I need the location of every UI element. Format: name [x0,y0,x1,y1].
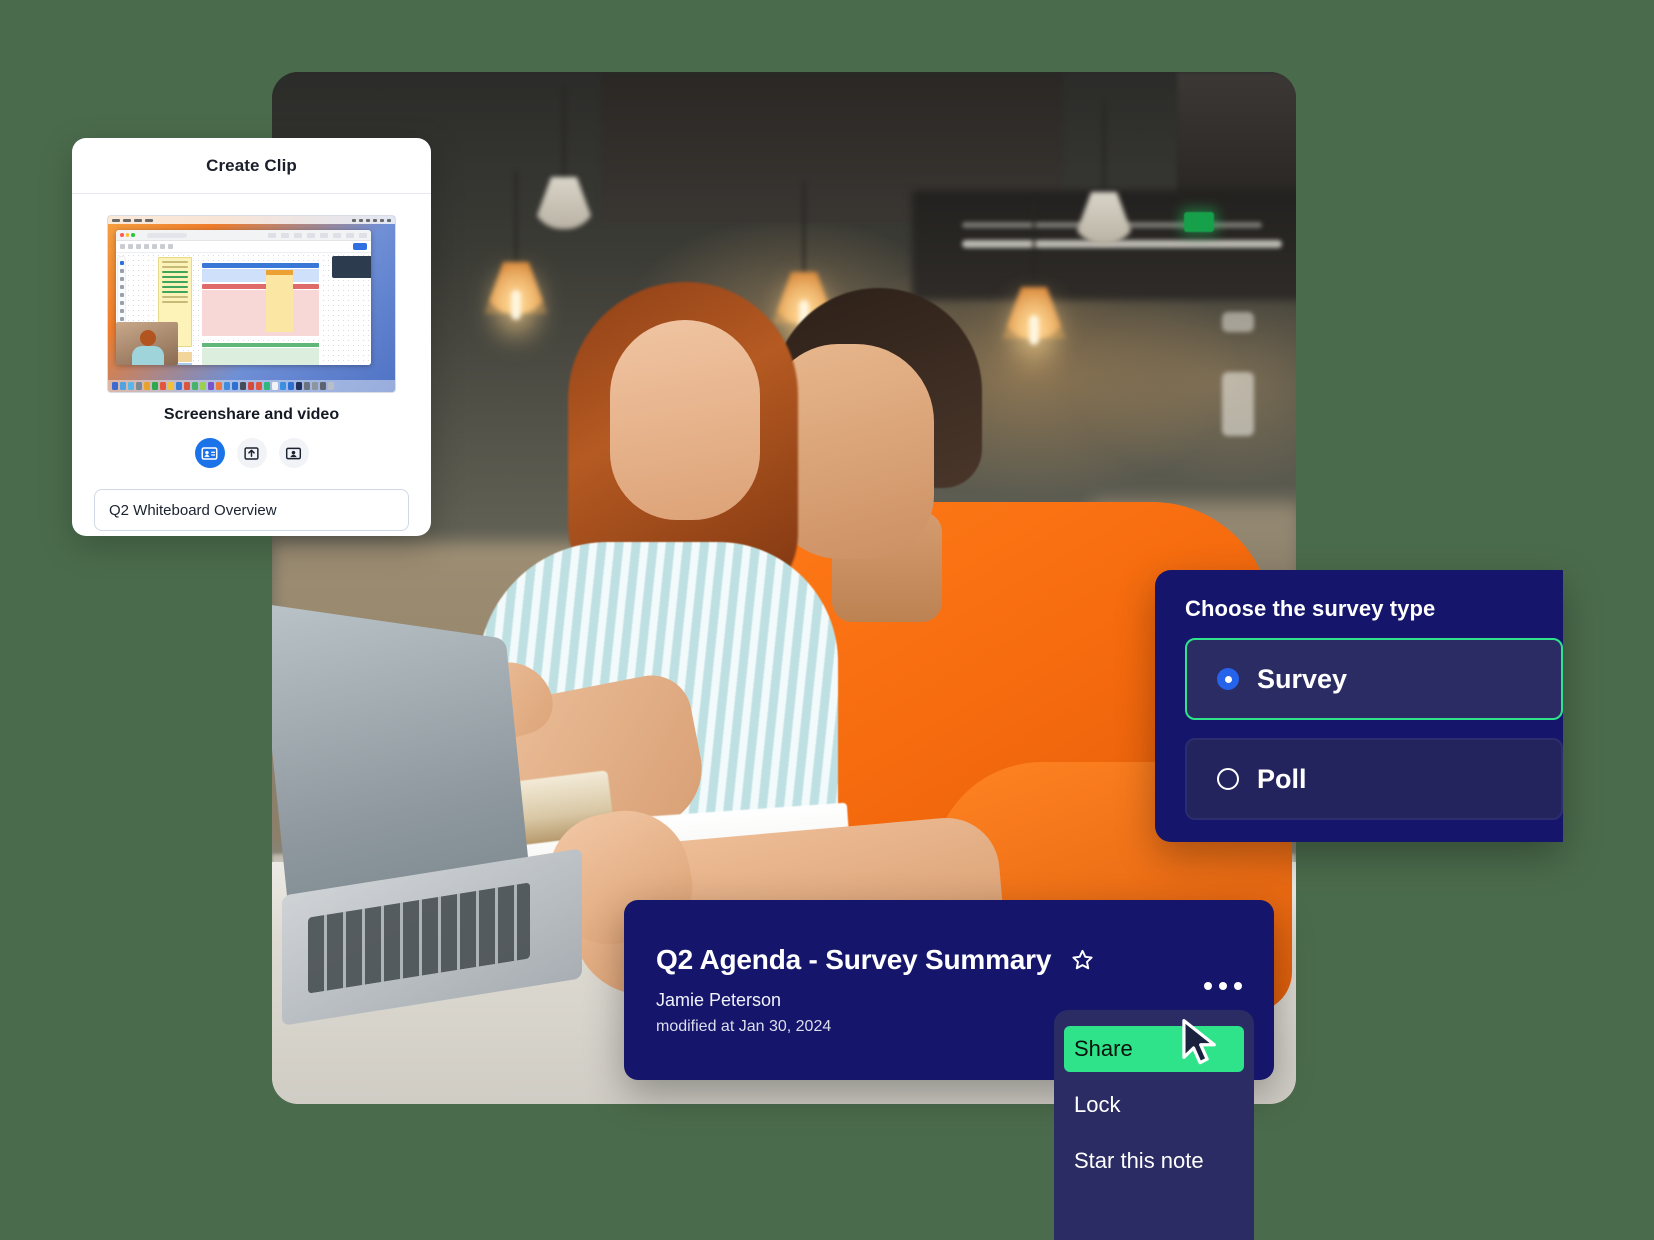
upload-icon [244,446,259,460]
context-menu-item-label: Star this note [1074,1148,1204,1173]
screenshare-video-icon [201,446,218,460]
context-menu-item-lock[interactable]: Lock [1054,1082,1254,1128]
clip-mode-toggle-group [94,438,409,468]
presenter-video-pip [116,322,178,365]
create-clip-card: Create Clip Screenshare and video Q2 Whi… [72,138,431,536]
survey-option-survey[interactable]: Survey [1185,638,1563,720]
note-more-options-button[interactable] [1200,978,1246,994]
create-clip-body: Screenshare and video [72,194,431,531]
mac-menubar [108,216,395,224]
screenshare-video-icon-button[interactable] [194,438,225,468]
survey-option-label: Survey [1257,663,1348,694]
note-author: Jamie Peterson [656,990,782,1010]
create-clip-header: Create Clip [72,138,431,194]
whiteboard-green-header [202,343,319,347]
whiteboard-video-tile [332,256,371,278]
kebab-dot [1234,982,1242,990]
whiteboard-grid [202,263,319,336]
whiteboard-green-row [202,348,319,365]
star-button[interactable] [1069,947,1096,974]
upload-icon-button[interactable] [236,438,267,468]
mac-dock [108,380,395,392]
clip-name-input[interactable] [94,489,409,531]
pendant-lamp [1072,102,1136,244]
person-video-icon-button[interactable] [278,438,309,468]
person-video-icon [285,447,302,459]
context-menu-item-share[interactable]: Share [1064,1026,1244,1072]
pendant-lamp-amber [1002,197,1066,345]
person-woman-face [610,320,760,520]
clip-preview-thumbnail [107,215,396,393]
context-menu-item-star-this-note[interactable]: Star this note [1054,1138,1254,1184]
wall-light-strip [1222,312,1254,332]
clip-preview-caption: Screenshare and video [163,406,340,423]
whiteboard-toolbar [116,241,371,253]
kebab-dot [1204,982,1212,990]
context-menu-item-label: Share [1074,1036,1133,1061]
context-menu-item-label: Lock [1074,1092,1121,1117]
star-outline-icon [1072,949,1093,969]
survey-type-panel: Choose the survey type Survey Poll [1155,570,1563,842]
pendant-lamp-amber [484,172,548,320]
wall-light-strip [1222,372,1254,436]
note-context-menu: Share Lock Star this note [1054,1010,1254,1240]
kebab-dot [1219,982,1227,990]
note-title-row: Q2 Agenda - Survey Summary [656,944,1274,976]
whiteboard-highlight-column [266,270,293,332]
survey-option-poll[interactable]: Poll [1185,738,1563,820]
browser-titlebar [116,230,371,241]
radio-unselected-icon [1217,768,1239,790]
survey-panel-heading: Choose the survey type [1185,596,1436,621]
radio-selected-icon [1217,668,1239,690]
create-clip-title: Create Clip [206,155,297,175]
survey-option-label: Poll [1257,763,1307,794]
ceiling-panel [1177,72,1296,196]
exit-sign [1184,212,1214,232]
note-title: Q2 Agenda - Survey Summary [656,944,1052,975]
pendant-lamp [532,87,596,229]
